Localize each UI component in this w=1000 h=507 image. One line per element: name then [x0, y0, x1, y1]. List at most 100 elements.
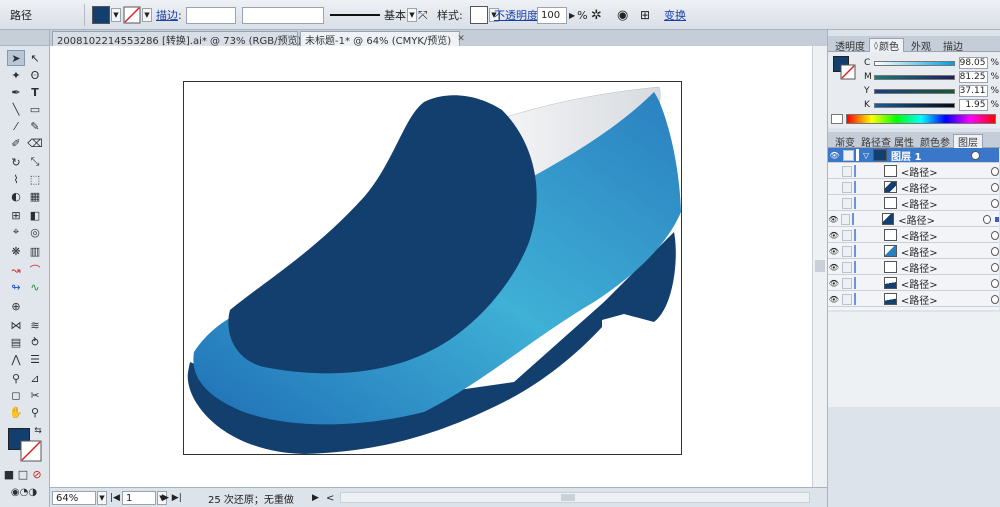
visibility-eye-icon[interactable]: 👁	[828, 231, 840, 240]
lock-toggle[interactable]	[841, 229, 852, 241]
layer-row[interactable]: <路径>	[828, 196, 999, 211]
arc-tool-icon[interactable]: ⌒	[26, 262, 44, 278]
cyan-slider[interactable]: C 98.05 %	[864, 57, 999, 69]
paintbrush-icon[interactable]: ⁄	[7, 118, 25, 134]
target-tool-icon[interactable]: ⊕	[7, 298, 25, 314]
path-name[interactable]: <路径>	[901, 276, 965, 291]
artboard-number-field[interactable]: 1	[122, 491, 156, 505]
curve-tool-icon[interactable]: ↝	[7, 262, 25, 278]
zoom-field[interactable]: 64%	[52, 491, 96, 505]
visibility-eye-icon[interactable]: 👁	[828, 247, 840, 256]
chevron-down-icon[interactable]: ▼	[97, 491, 107, 505]
wave-shape-icon[interactable]: ≋	[26, 317, 44, 333]
visibility-eye-icon[interactable]: 👁	[828, 279, 840, 288]
target-circle[interactable]	[990, 198, 999, 208]
warp-tool-icon[interactable]: ⌇	[7, 171, 25, 187]
selection-indicator[interactable]	[994, 216, 999, 222]
graph-tool-icon[interactable]: ▥	[26, 243, 44, 259]
layer-row[interactable]: <路径>	[828, 164, 999, 179]
lock-toggle[interactable]	[841, 181, 852, 193]
list-tool-icon[interactable]: ☰	[26, 351, 44, 367]
close-icon[interactable]: ✕	[457, 34, 465, 44]
vertical-scrollbar[interactable]	[812, 46, 827, 487]
layer-row[interactable]: 👁 ▽ 图层 1	[828, 148, 999, 163]
expand-icon[interactable]: ⤧	[418, 0, 428, 30]
eyedropper-icon[interactable]: ⌖	[7, 224, 25, 240]
tab-transparency[interactable]: 透明度	[831, 38, 869, 53]
target-circle[interactable]	[990, 294, 999, 304]
opacity-field[interactable]: 100	[537, 6, 567, 24]
rectangle-tool-icon[interactable]: ▭	[26, 101, 44, 117]
pencil-icon[interactable]: ✎	[26, 118, 44, 134]
artboard[interactable]	[183, 81, 682, 455]
chevron-down-icon[interactable]: ▼	[111, 8, 121, 22]
mesh-tool-icon[interactable]: ⊞	[7, 207, 25, 223]
visibility-eye-icon[interactable]: 👁	[828, 151, 841, 160]
layer-row[interactable]: 👁 <路径>	[828, 292, 999, 307]
black-value-field[interactable]: 1.95	[958, 99, 989, 111]
path-name[interactable]: <路径>	[901, 244, 965, 259]
lock-toggle[interactable]	[841, 293, 852, 305]
target-circle[interactable]	[990, 182, 999, 192]
color-stroke-swatch[interactable]	[840, 64, 856, 80]
stroke-weight-field[interactable]	[186, 6, 236, 24]
swap-colors-icon[interactable]: ⇆	[32, 426, 44, 436]
path-name[interactable]: <路径>	[901, 164, 965, 179]
magenta-bar[interactable]	[873, 74, 955, 80]
layer-row[interactable]: 👁 <路径>	[828, 244, 999, 259]
brush-profile-dropdown[interactable]: 基本 ▼	[330, 0, 417, 30]
scroll-thumb[interactable]	[561, 494, 575, 501]
opacity-label[interactable]: 不透明度	[494, 7, 538, 23]
magenta-slider[interactable]: M 81.25 %	[864, 71, 999, 83]
chevron-down-icon[interactable]: ▼	[142, 8, 152, 22]
fill-swatch-control[interactable]: ▼	[92, 0, 121, 30]
layer-row[interactable]: <路径>	[828, 180, 999, 195]
recolor-icon[interactable]: ✲	[591, 0, 602, 30]
lock-toggle[interactable]	[840, 213, 850, 225]
artboard-tool-icon[interactable]: ◻	[7, 387, 25, 403]
cyan-value-field[interactable]: 98.05	[958, 57, 989, 69]
shape-builder-icon[interactable]: ◐	[7, 188, 25, 204]
magenta-value-field[interactable]: 81.25	[958, 71, 989, 83]
yellow-slider[interactable]: Y 37.11 %	[864, 85, 999, 97]
canvas[interactable]	[50, 46, 827, 487]
magic-wand-icon[interactable]: ✦	[7, 67, 25, 83]
horizontal-scrollbar[interactable]	[340, 492, 810, 503]
path-name[interactable]: <路径>	[898, 212, 957, 227]
cyan-bar[interactable]	[873, 60, 955, 66]
color-mode-icon[interactable]: ■	[3, 466, 15, 482]
tab-appearance[interactable]: 外观	[907, 38, 935, 53]
lock-toggle[interactable]	[843, 149, 854, 161]
isolate-icon[interactable]: ◉	[617, 0, 628, 30]
layer-row[interactable]: 👁 <路径>	[828, 276, 999, 291]
direct-selection-icon[interactable]: ↖	[26, 50, 44, 66]
fill-swatch[interactable]	[92, 6, 110, 24]
layer-name[interactable]: 图层 1	[891, 148, 963, 163]
scroll-left-icon[interactable]: <	[326, 491, 334, 505]
target-circle[interactable]	[990, 230, 999, 240]
type-tool-icon[interactable]: T	[26, 84, 44, 100]
zigzag-tool-icon[interactable]: ⋀	[7, 351, 25, 367]
target-circle[interactable]	[990, 166, 999, 176]
line-tool-icon[interactable]: ╲	[7, 101, 25, 117]
gradient-tool-icon[interactable]: ◧	[26, 207, 44, 223]
draw-mode-icons[interactable]: ◉◔◑	[4, 484, 44, 500]
document-tab-active[interactable]: 未标题-1* @ 64% (CMYK/预览) ✕	[300, 31, 465, 47]
layer-row[interactable]: 👁 <路径>	[828, 228, 999, 243]
chevron-down-icon[interactable]: ▼	[407, 8, 417, 22]
style-swatch[interactable]	[470, 6, 488, 24]
expand-triangle-icon[interactable]: ▽	[863, 151, 873, 160]
eyedropper-2-icon[interactable]: ⚲	[7, 370, 25, 386]
symbol-sprayer-icon[interactable]: ❋	[7, 243, 25, 259]
next-artboard-icon[interactable]: ▶ ▶|	[162, 491, 182, 505]
none-mode-icon[interactable]: ⊘	[31, 466, 43, 482]
measure-tool-icon[interactable]: ⊿	[26, 370, 44, 386]
path-name[interactable]: <路径>	[901, 228, 965, 243]
target-circle[interactable]	[990, 246, 999, 256]
blob-brush-icon[interactable]: ✐	[7, 135, 25, 151]
layer-row[interactable]: 👁 <路径>	[828, 212, 999, 227]
path-name[interactable]: <路径>	[901, 292, 965, 307]
visibility-eye-icon[interactable]: 👁	[828, 215, 839, 224]
tab-stroke[interactable]: 描边	[939, 38, 967, 53]
visibility-eye-icon[interactable]: 👁	[828, 263, 840, 272]
